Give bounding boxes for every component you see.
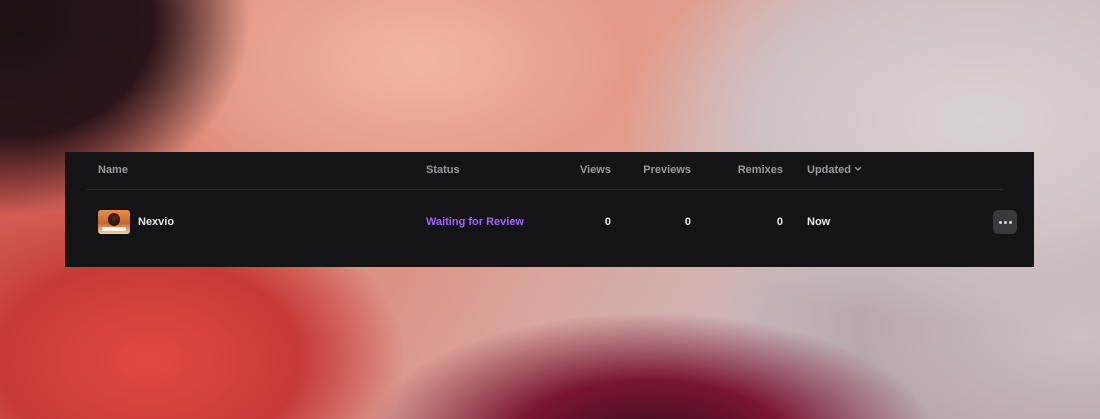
projects-table: Name Status Views Previews Remixes Updat…	[65, 152, 1034, 267]
column-header-previews[interactable]: Previews	[621, 163, 691, 177]
status-badge: Waiting for Review	[426, 216, 524, 228]
thumbnail-bar	[102, 227, 126, 231]
more-horizontal-icon-dot	[1003, 220, 1007, 224]
chevron-down-icon	[854, 166, 862, 171]
column-header-updated[interactable]: Updated	[807, 163, 862, 177]
updated-value: Now	[807, 216, 831, 228]
thumbnail-figure	[108, 213, 120, 226]
table-row[interactable]: Nexvio Waiting for Review 0 0 0 Now	[87, 190, 1017, 254]
remixes-count: 0	[776, 216, 783, 228]
column-header-remixes[interactable]: Remixes	[713, 163, 783, 177]
column-header-updated-label: Updated	[807, 164, 851, 176]
table-header: Name Status Views Previews Remixes Updat…	[87, 152, 1003, 190]
more-actions-button[interactable]	[993, 210, 1017, 234]
column-header-status[interactable]: Status	[426, 163, 460, 177]
more-horizontal-icon	[998, 220, 1002, 224]
more-horizontal-icon-dot	[1008, 220, 1012, 224]
project-thumbnail	[98, 210, 130, 234]
column-header-views[interactable]: Views	[551, 163, 611, 177]
project-name[interactable]: Nexvio	[138, 215, 174, 229]
column-header-name[interactable]: Name	[98, 163, 128, 177]
views-count: 0	[604, 216, 611, 228]
previews-count: 0	[684, 216, 691, 228]
